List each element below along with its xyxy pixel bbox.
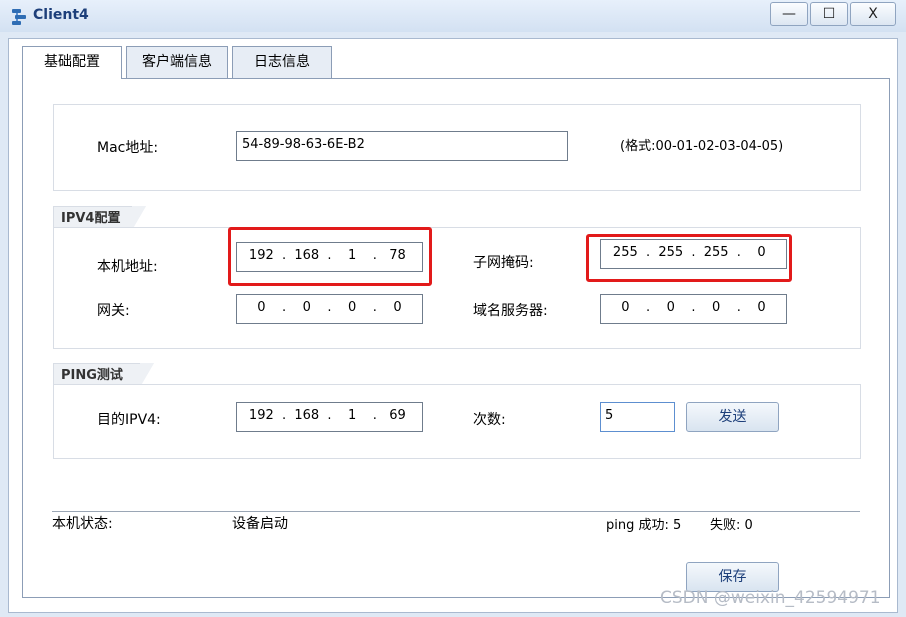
ip-octet: 168 bbox=[294, 408, 320, 423]
mac-format-hint: (格式:00-01-02-03-04-05) bbox=[620, 139, 784, 154]
local-address-label: 本机地址: bbox=[97, 259, 158, 275]
gateway-label: 网关: bbox=[97, 303, 130, 319]
subnet-mask-label: 子网掩码: bbox=[473, 255, 534, 271]
client-app-icon bbox=[12, 9, 26, 25]
status-value: 设备启动 bbox=[232, 516, 288, 532]
status-label: 本机状态: bbox=[52, 516, 113, 532]
dns-server-field[interactable]: 0. 0. 0. 0 bbox=[600, 294, 787, 324]
ip-octet: 1 bbox=[348, 408, 357, 423]
count-value: 5 bbox=[605, 408, 614, 423]
mac-field[interactable]: 54-89-98-63-6E-B2 bbox=[236, 131, 568, 161]
client-window: Client4 — ☐ X 基础配置 客户端信息 日志信息 Mac地址: 54-… bbox=[0, 0, 906, 617]
count-label: 次数: bbox=[473, 412, 506, 428]
ping-fail-count: 失败: 0 bbox=[710, 518, 753, 533]
tab-log-info[interactable]: 日志信息 bbox=[232, 46, 332, 78]
ip-octet: 0 bbox=[712, 300, 721, 315]
count-input[interactable]: 5 bbox=[600, 402, 675, 432]
dest-ipv4-field[interactable]: 192. 168. 1. 69 bbox=[236, 402, 423, 432]
dest-ipv4-label: 目的IPV4: bbox=[97, 412, 161, 428]
ping-success-count: ping 成功: 5 bbox=[606, 518, 682, 533]
ip-octet: 0 bbox=[621, 300, 630, 315]
dns-server-label: 域名服务器: bbox=[473, 303, 548, 319]
gateway-field[interactable]: 0. 0. 0. 0 bbox=[236, 294, 423, 324]
minimize-icon: — bbox=[782, 6, 796, 22]
subnet-mask-highlight bbox=[586, 234, 792, 282]
title-bar[interactable]: Client4 — ☐ X bbox=[0, 0, 906, 32]
ip-octet: 0 bbox=[757, 300, 766, 315]
minimize-button[interactable]: — bbox=[770, 2, 808, 26]
maximize-icon: ☐ bbox=[822, 6, 836, 22]
close-icon: X bbox=[868, 6, 878, 22]
ip-octet: 0 bbox=[257, 300, 266, 315]
window-title: Client4 bbox=[33, 7, 89, 23]
local-address-highlight bbox=[228, 227, 432, 286]
maximize-button[interactable]: ☐ bbox=[810, 2, 848, 26]
status-divider bbox=[52, 511, 860, 512]
tab-client-info[interactable]: 客户端信息 bbox=[126, 46, 228, 78]
ip-octet: 0 bbox=[302, 300, 311, 315]
ip-octet: 69 bbox=[389, 408, 406, 423]
watermark: CSDN @weixin_42594971 bbox=[660, 588, 881, 608]
ip-octet: 0 bbox=[666, 300, 675, 315]
close-button[interactable]: X bbox=[850, 2, 896, 26]
ip-octet: 0 bbox=[393, 300, 402, 315]
ip-octet: 192 bbox=[248, 408, 274, 423]
mac-value: 54-89-98-63-6E-B2 bbox=[242, 137, 365, 152]
ip-octet: 0 bbox=[348, 300, 357, 315]
mac-label: Mac地址: bbox=[97, 140, 159, 156]
tab-basic-config[interactable]: 基础配置 bbox=[22, 46, 122, 79]
send-button[interactable]: 发送 bbox=[686, 402, 779, 432]
